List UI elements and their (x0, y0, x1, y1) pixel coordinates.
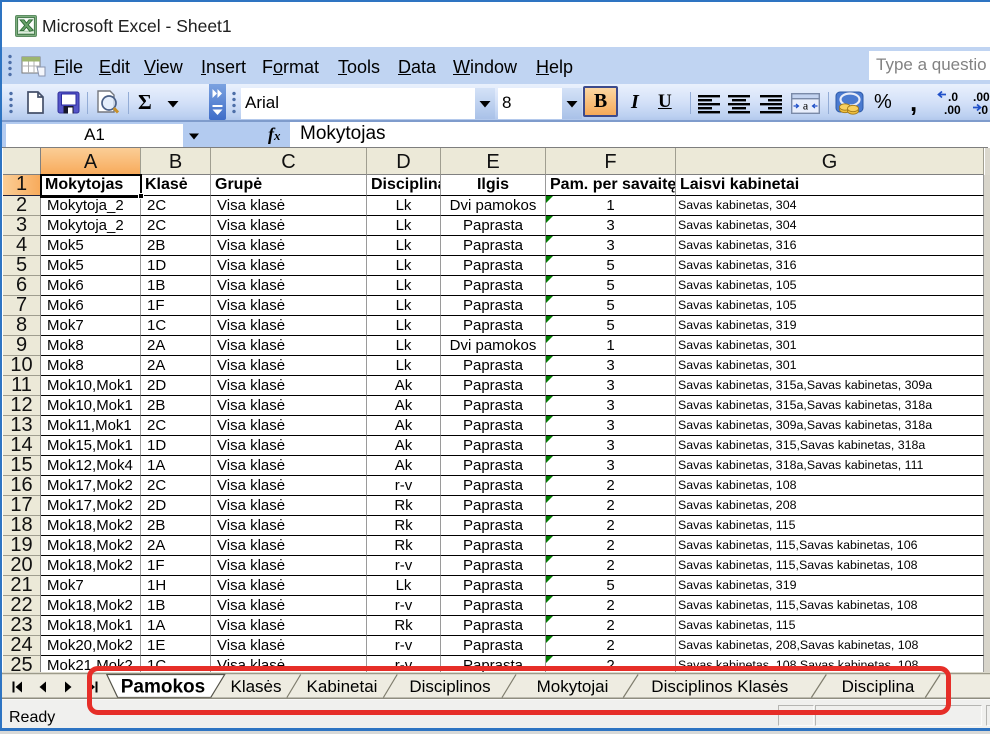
svg-text:.0: .0 (948, 90, 958, 104)
svg-text:.0: .0 (978, 103, 988, 117)
svg-text:.00: .00 (944, 103, 961, 117)
svg-text:.00: .00 (973, 90, 990, 104)
svg-text:a: a (803, 99, 809, 113)
